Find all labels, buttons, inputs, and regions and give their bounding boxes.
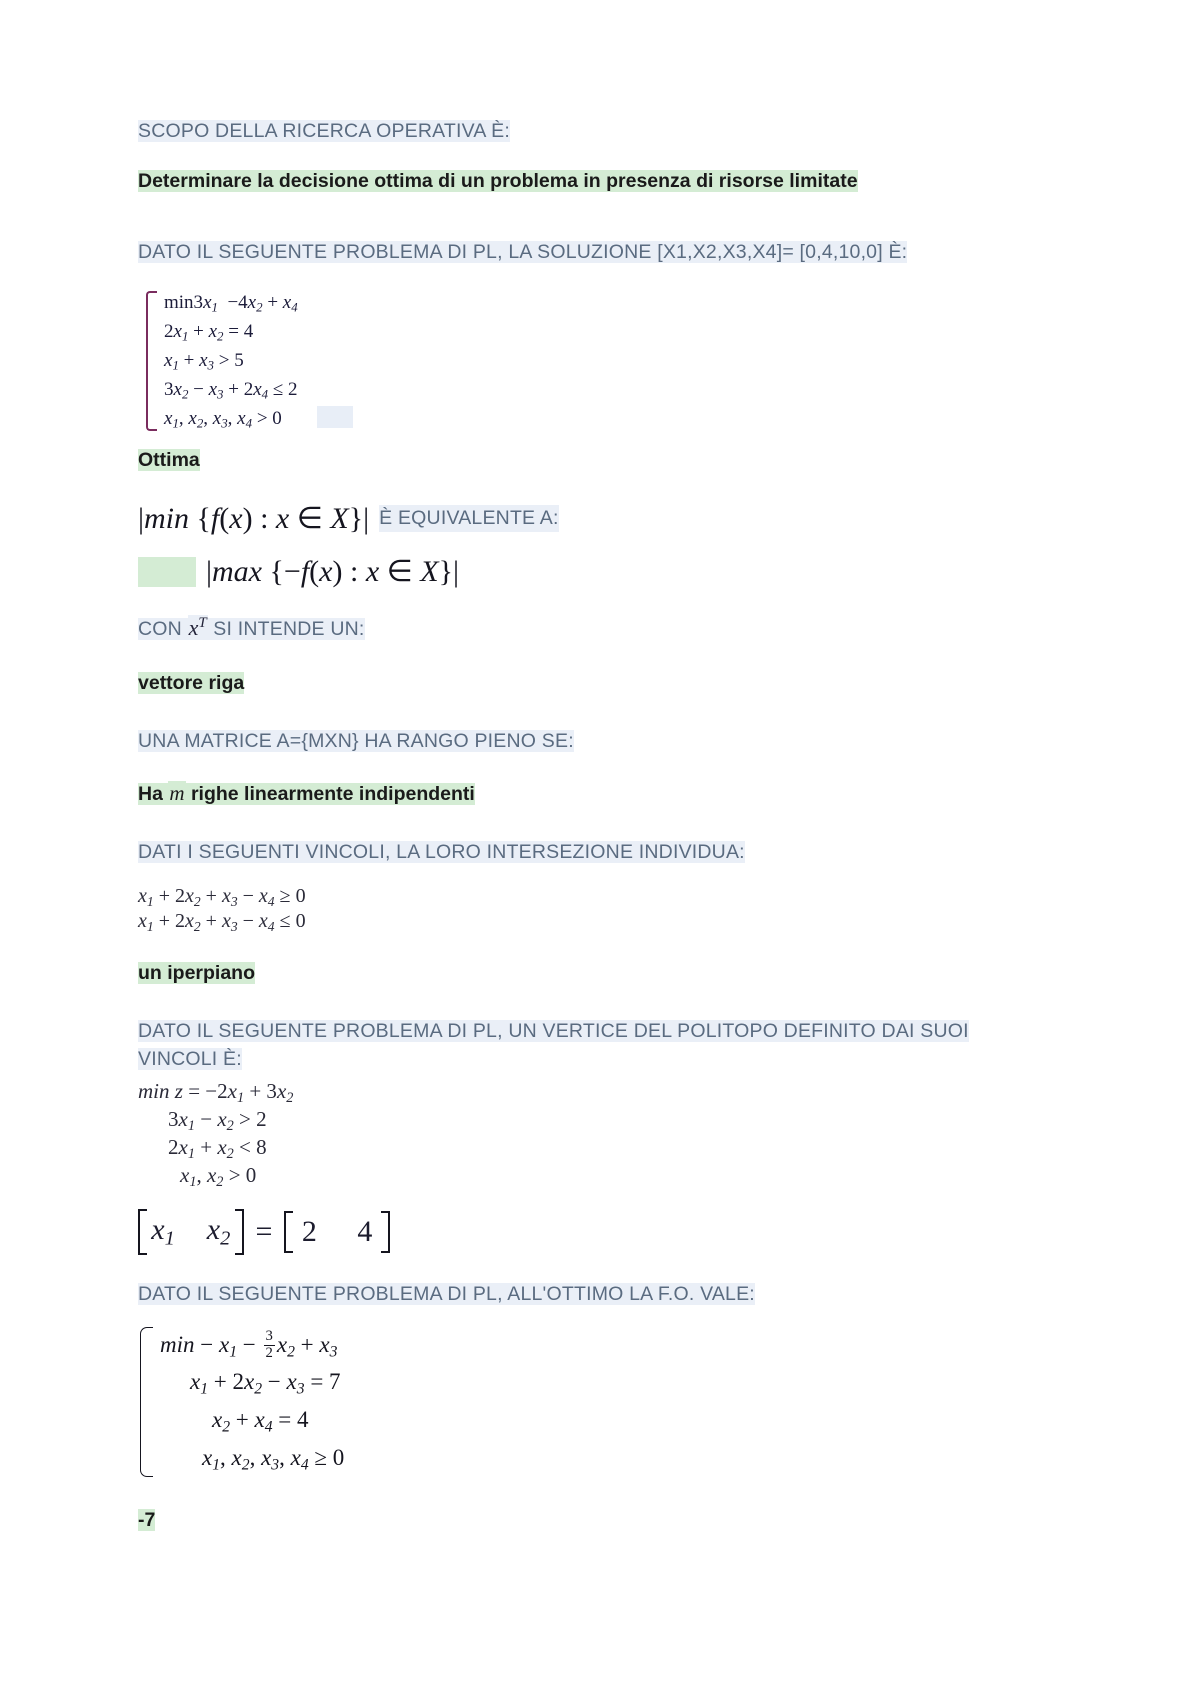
m-variable-math: m [168, 781, 186, 806]
question-block-2: DATO IL SEGUENTE PROBLEMA DI PL, LA SOLU… [138, 239, 1030, 267]
system-3-row-2: x1 + 2x2 − x3 = 7 [190, 1369, 341, 1398]
answer-text-5-suffix: righe linearmente indipendenti [190, 783, 475, 806]
answer-text-4: vettore riga [138, 672, 245, 695]
matrix-bracket-left: x1 x2 [138, 1209, 244, 1255]
system-3-row-1: min − x1 − 3 2 x2 + x3 [160, 1328, 338, 1361]
answer-highlight-chip [138, 556, 196, 587]
question-block-4: CON xT SI INTENDE UN: [138, 615, 1030, 644]
question-block-6: DATI I SEGUENTI VINCOLI, LA LORO INTERSE… [138, 839, 1030, 867]
max-set-expression: |max {−f(x) : x ∈ X}| [206, 555, 460, 589]
answer-block-8: -7 [138, 1507, 1030, 1535]
problem-2-constraint-3: x1, x2 > 0 [180, 1163, 257, 1191]
system-3-row-3: x2 + x4 = 4 [212, 1406, 309, 1436]
question-block-8: DATO IL SEGUENTE PROBLEMA DI PL, ALL'OTT… [138, 1281, 1030, 1309]
answer-text-8: -7 [138, 1509, 156, 1532]
question-block-1: SCOPO DELLA RICERCA OPERATIVA È: [138, 118, 1030, 146]
question-text-5: UNA MATRICE A={MXN} HA RANGO PIENO SE: [138, 729, 574, 752]
system-1-row-5: x1, x2, x3, x4 > 0 [158, 405, 353, 434]
question-text-8: DATO IL SEGUENTE PROBLEMA DI PL, ALL'OTT… [138, 1283, 755, 1306]
answer-text-5-prefix: Ha [138, 783, 163, 806]
system-3-row-4: x1, x2, x3, x4 ≥ 0 [202, 1444, 345, 1473]
constraint-row-2: x1 + 2x2 + x3 − x4 ≤ 0 [138, 909, 306, 934]
selection-highlight-box [316, 405, 353, 428]
question-text-6: DATI I SEGUENTI VINCOLI, LA LORO INTERSE… [138, 841, 745, 864]
system-1-row-1: min3x1 −4x2 + x4 [164, 292, 298, 315]
matrix-bracket-right: 2 4 [284, 1211, 390, 1254]
question-text-1: SCOPO DELLA RICERCA OPERATIVA È: [138, 120, 510, 142]
question-block-3: |min {f(x) : x ∈ X}| È EQUIVALENTE A: [138, 501, 1030, 536]
left-brace-icon [140, 1326, 153, 1478]
question-text-3: È EQUIVALENTE A: [379, 504, 559, 533]
problem-2-constraint-2: 2x1 + x2 < 8 [168, 1135, 267, 1163]
matrix-equals: = [255, 1215, 273, 1249]
system-brace-group-1: min3x1 −4x2 + x4 2x1 + x2 = 4 x1 + x3 > … [142, 289, 353, 433]
answer-block-1: Determinare la decisione ottima di un pr… [138, 168, 1030, 196]
matrix-cell-x1: x1 [151, 1213, 175, 1251]
problem-2-objective: min z = −2x1 + 3x2 [138, 1079, 294, 1107]
answer-block-7: x1 x2 = 2 4 [138, 1209, 1030, 1255]
math-system-1: min3x1 −4x2 + x4 2x1 + x2 = 4 x1 + x3 > … [138, 289, 1030, 433]
answer-block-2: Ottima [138, 447, 1030, 475]
min-set-expression: |min {f(x) : x ∈ X}| [138, 502, 370, 536]
system-1-row-3: x1 + x3 > 5 [164, 349, 244, 373]
matrix-cell-value-1: 2 [301, 1215, 317, 1249]
question-text-4-prefix: CON [138, 618, 182, 641]
matrix-cell-x2: x2 [206, 1213, 231, 1251]
constraints-group: x1 + 2x2 + x3 − x4 ≥ 0 x1 + 2x2 + x3 − x… [138, 885, 1030, 935]
matrix-cell-value-2: 4 [357, 1215, 373, 1249]
answer-block-3: |max {−f(x) : x ∈ X}| [138, 554, 1030, 589]
answer-block-5: Ha m righe linearmente indipendenti [138, 781, 1030, 809]
question-block-7: DATO IL SEGUENTE PROBLEMA DI PL, UN VERT… [138, 1018, 1030, 1073]
math-system-3: min − x1 − 3 2 x2 + x3 x1 + 2x2 − x3 = 7 x… [138, 1326, 1030, 1478]
system-1-row-4: 3x2 − x3 + 2x4 ≤ 2 [164, 378, 298, 402]
system-1-row-2: 2x1 + x2 = 4 [164, 320, 254, 344]
question-text-4-suffix: SI INTENDE UN: [213, 618, 365, 641]
question-text-2: DATO IL SEGUENTE PROBLEMA DI PL, LA SOLU… [138, 241, 908, 264]
problem-2-constraint-1: 3x1 − x2 > 2 [168, 1107, 267, 1135]
system-brace-group-3: min − x1 − 3 2 x2 + x3 x1 + 2x2 − x3 = 7 x… [138, 1326, 345, 1478]
question-text-7: DATO IL SEGUENTE PROBLEMA DI PL, UN VERT… [138, 1020, 969, 1070]
question-block-5: UNA MATRICE A={MXN} HA RANGO PIENO SE: [138, 728, 1030, 756]
answer-block-4: vettore riga [138, 670, 1030, 698]
document-page: SCOPO DELLA RICERCA OPERATIVA È: Determi… [0, 0, 1200, 1698]
vertex-matrix-answer: x1 x2 = 2 4 [138, 1209, 390, 1255]
x-transpose-math: xT [187, 615, 208, 641]
math-problem-2: min z = −2x1 + 3x2 3x1 − x2 > 2 2x1 + x2… [138, 1079, 1030, 1191]
answer-text-2: Ottima [138, 449, 200, 472]
left-brace-icon [146, 291, 157, 432]
constraint-row-1: x1 + 2x2 + x3 − x4 ≥ 0 [138, 884, 306, 909]
answer-block-6: un iperpiano [138, 960, 1030, 988]
answer-text-1: Determinare la decisione ottima di un pr… [138, 169, 858, 192]
answer-text-6: un iperpiano [138, 962, 255, 985]
